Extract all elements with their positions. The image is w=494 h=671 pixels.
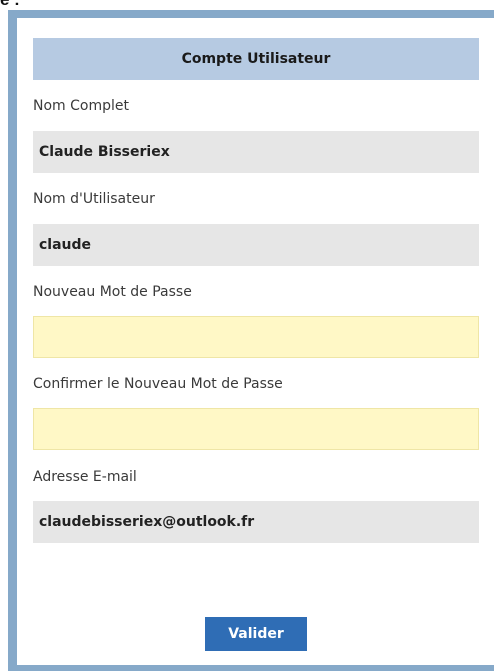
form-title: Compte Utilisateur <box>33 38 479 80</box>
full-name-field: Claude Bisseriex <box>33 131 479 173</box>
user-account-panel: Compte Utilisateur Nom Complet Claude Bi… <box>17 18 494 665</box>
confirm-password-label: Confirmer le Nouveau Mot de Passe <box>33 376 283 392</box>
cropped-heading-fragment: e : <box>0 0 20 8</box>
confirm-password-input[interactable] <box>33 408 479 450</box>
submit-button[interactable]: Valider <box>205 617 307 651</box>
email-label: Adresse E-mail <box>33 469 137 485</box>
full-name-label: Nom Complet <box>33 98 129 114</box>
username-field: claude <box>33 224 479 266</box>
username-label: Nom d'Utilisateur <box>33 191 155 207</box>
new-password-input[interactable] <box>33 316 479 358</box>
new-password-label: Nouveau Mot de Passe <box>33 284 192 300</box>
email-field: claudebisseriex@outlook.fr <box>33 501 479 543</box>
